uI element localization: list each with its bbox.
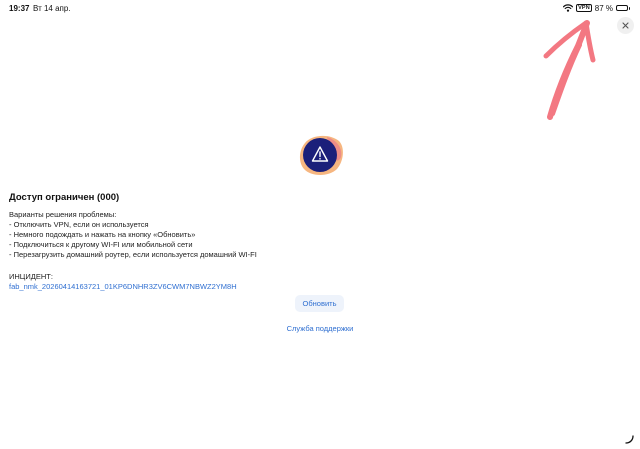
close-icon <box>622 22 629 29</box>
options-heading: Варианты решения проблемы: <box>9 210 117 219</box>
status-time: 19:37 <box>9 4 30 13</box>
option-item: - Перезагрузить домашний роутер, если ис… <box>9 250 257 259</box>
wifi-icon <box>563 4 574 12</box>
incident-label: ИНЦИДЕНТ: <box>9 272 53 281</box>
option-item: - Подключиться к другому WI-FI или мобил… <box>9 240 193 249</box>
close-button[interactable] <box>617 17 634 34</box>
resize-handle-icon[interactable] <box>624 431 634 444</box>
battery-percentage: 87 % <box>594 3 613 13</box>
hand-drawn-arrow-icon <box>536 18 596 122</box>
status-bar: 19:37 Вт 14 апр. VPN 87 % <box>0 0 640 18</box>
main-content: Доступ ограничен (000) Варианты решения … <box>9 192 609 292</box>
solution-options: Варианты решения проблемы: - Отключить V… <box>9 210 609 260</box>
incident-id-link[interactable]: fab_nmk_20260414163721_01KP6DNHR3ZV6CWM7… <box>9 282 609 292</box>
battery-icon <box>616 5 630 11</box>
support-link[interactable]: Служба поддержки <box>260 324 380 333</box>
refresh-button[interactable]: Обновить <box>295 295 344 312</box>
option-item: - Немного подождать и нажать на кнопку «… <box>9 230 196 239</box>
page-title: Доступ ограничен (000) <box>9 192 120 203</box>
incident-block: ИНЦИДЕНТ: fab_nmk_20260414163721_01KP6DN… <box>9 272 609 292</box>
status-date: Вт 14 апр. <box>33 4 71 13</box>
vpn-badge: VPN <box>576 4 592 12</box>
warning-illustration <box>297 133 345 177</box>
option-item: - Отключить VPN, если он используется <box>9 220 149 229</box>
status-indicators: VPN 87 % <box>563 3 630 13</box>
